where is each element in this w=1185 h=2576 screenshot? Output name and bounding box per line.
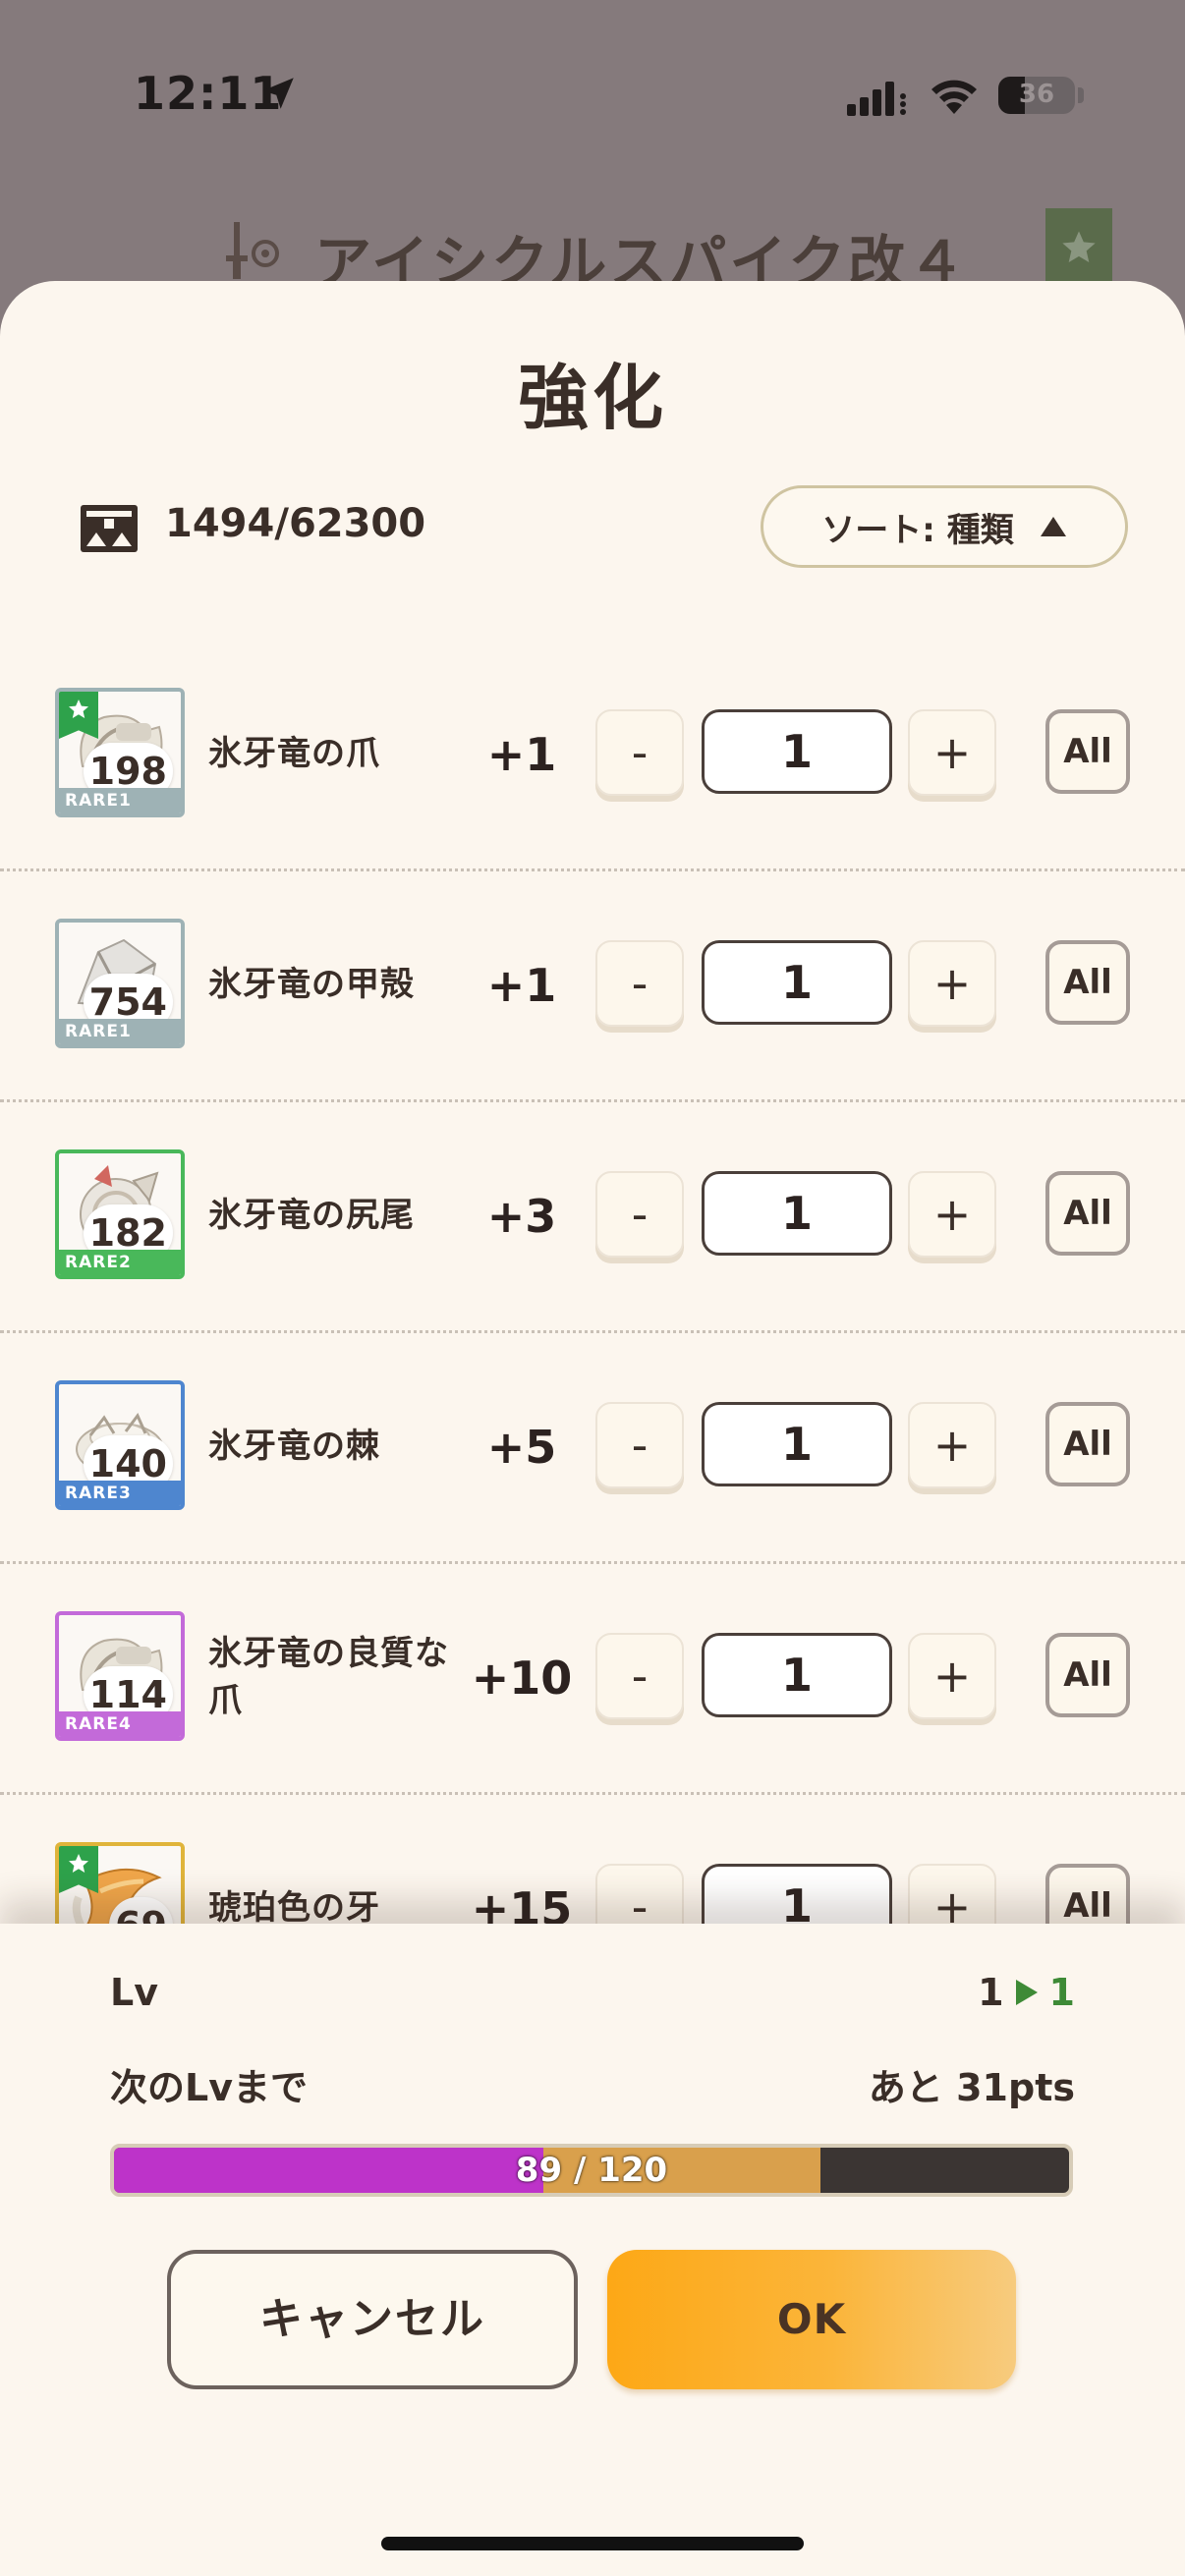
select-all-button[interactable]: All xyxy=(1045,1171,1130,1256)
favorite-badge[interactable] xyxy=(1045,208,1112,285)
level-change: 1 1 xyxy=(978,1971,1075,2014)
decrease-button[interactable]: - xyxy=(595,1171,684,1258)
weapon-type-icon xyxy=(226,222,279,279)
level-label: Lv xyxy=(110,1971,158,2014)
exp-progress-bar: 89 / 120 xyxy=(110,2144,1073,2197)
item-exp-bonus: +3 xyxy=(486,1190,557,1243)
item-exp-bonus: +5 xyxy=(486,1421,557,1474)
cancel-button[interactable]: キャンセル xyxy=(167,2250,578,2389)
item-thumbnail[interactable]: 754 RARE1 xyxy=(55,919,185,1048)
item-rarity: RARE1 xyxy=(59,788,181,813)
increase-button[interactable]: + xyxy=(908,1402,996,1488)
exp-progress-text: 89 / 120 xyxy=(515,2151,668,2190)
item-name: 氷牙竜の爪 xyxy=(208,734,380,774)
next-level-label: 次のLvまで xyxy=(110,2066,308,2109)
location-arrow-icon xyxy=(262,78,294,109)
sort-label: ソート: 種類 xyxy=(821,510,1014,550)
level-panel: Lv 1 1 次のLvまで あと 31pts 89 / 120 キャンセル OK xyxy=(0,1924,1185,2576)
star-icon xyxy=(69,1854,88,1873)
item-row: 140 RARE3 氷牙竜の棘 +5 - 1 + All xyxy=(0,1333,1185,1564)
decrease-button[interactable]: - xyxy=(595,940,684,1027)
quantity-input[interactable]: 1 xyxy=(702,1402,892,1486)
item-exp-bonus: +1 xyxy=(486,959,557,1012)
item-rarity: RARE1 xyxy=(59,1019,181,1044)
select-all-button[interactable]: All xyxy=(1045,1402,1130,1486)
select-all-button[interactable]: All xyxy=(1045,709,1130,794)
level-current: 1 xyxy=(978,1971,1004,2014)
sort-button[interactable]: ソート: 種類 xyxy=(761,485,1128,568)
item-rarity: RARE3 xyxy=(59,1481,181,1506)
quantity-input[interactable]: 1 xyxy=(702,1171,892,1256)
status-bar: 12:11 36 xyxy=(0,0,1185,187)
item-name: 氷牙竜の尻尾 xyxy=(208,1196,415,1236)
wifi-icon xyxy=(931,80,977,114)
play-arrow-icon xyxy=(1015,1980,1038,2005)
item-thumbnail[interactable]: 182 RARE2 xyxy=(55,1149,185,1279)
quantity-input[interactable]: 1 xyxy=(702,940,892,1025)
item-thumbnail[interactable]: 198 RARE1 xyxy=(55,688,185,817)
item-row: 114 RARE4 氷牙竜の良質な爪 +10 - 1 + All xyxy=(0,1564,1185,1795)
increase-button[interactable]: + xyxy=(908,709,996,796)
decrease-button[interactable]: - xyxy=(595,1402,684,1488)
points-remaining: あと 31pts xyxy=(868,2066,1075,2109)
level-next: 1 xyxy=(1048,1971,1075,2014)
increase-button[interactable]: + xyxy=(908,1633,996,1719)
home-indicator[interactable] xyxy=(381,2537,804,2550)
ok-button[interactable]: OK xyxy=(607,2250,1016,2389)
item-exp-bonus: +1 xyxy=(486,728,557,781)
item-thumbnail[interactable]: 114 RARE4 xyxy=(55,1611,185,1741)
item-rarity: RARE2 xyxy=(59,1250,181,1275)
material-list: 198 RARE1 氷牙竜の爪 +1 - 1 + All 754 RARE1 氷… xyxy=(0,641,1185,2026)
star-icon xyxy=(69,700,88,718)
battery-tip xyxy=(1078,87,1084,103)
sheet-title: 強化 xyxy=(517,357,667,439)
increase-button[interactable]: + xyxy=(908,1171,996,1258)
storage-chest-icon xyxy=(81,505,138,552)
select-all-button[interactable]: All xyxy=(1045,1633,1130,1717)
battery-indicator: 36 xyxy=(998,77,1075,114)
item-row: 754 RARE1 氷牙竜の甲殻 +1 - 1 + All xyxy=(0,871,1185,1102)
item-row: 182 RARE2 氷牙竜の尻尾 +3 - 1 + All xyxy=(0,1102,1185,1333)
triangle-up-icon xyxy=(1040,517,1066,536)
item-row: 198 RARE1 氷牙竜の爪 +1 - 1 + All xyxy=(0,641,1185,871)
item-thumbnail[interactable]: 140 RARE3 xyxy=(55,1380,185,1510)
quantity-input[interactable]: 1 xyxy=(702,709,892,794)
storage-count: 1494/62300 xyxy=(165,501,426,546)
item-name: 氷牙竜の甲殻 xyxy=(208,965,415,1005)
cellular-signal-icon xyxy=(847,82,906,116)
decrease-button[interactable]: - xyxy=(595,1633,684,1719)
star-icon xyxy=(1062,231,1096,262)
item-exp-bonus: +10 xyxy=(471,1652,573,1705)
item-name: 氷牙竜の良質な爪 xyxy=(208,1634,449,1720)
item-rarity: RARE4 xyxy=(59,1711,181,1737)
quantity-input[interactable]: 1 xyxy=(702,1633,892,1717)
item-name: 氷牙竜の棘 xyxy=(208,1427,380,1467)
decrease-button[interactable]: - xyxy=(595,709,684,796)
battery-percent: 36 xyxy=(1018,80,1055,109)
increase-button[interactable]: + xyxy=(908,940,996,1027)
select-all-button[interactable]: All xyxy=(1045,940,1130,1025)
